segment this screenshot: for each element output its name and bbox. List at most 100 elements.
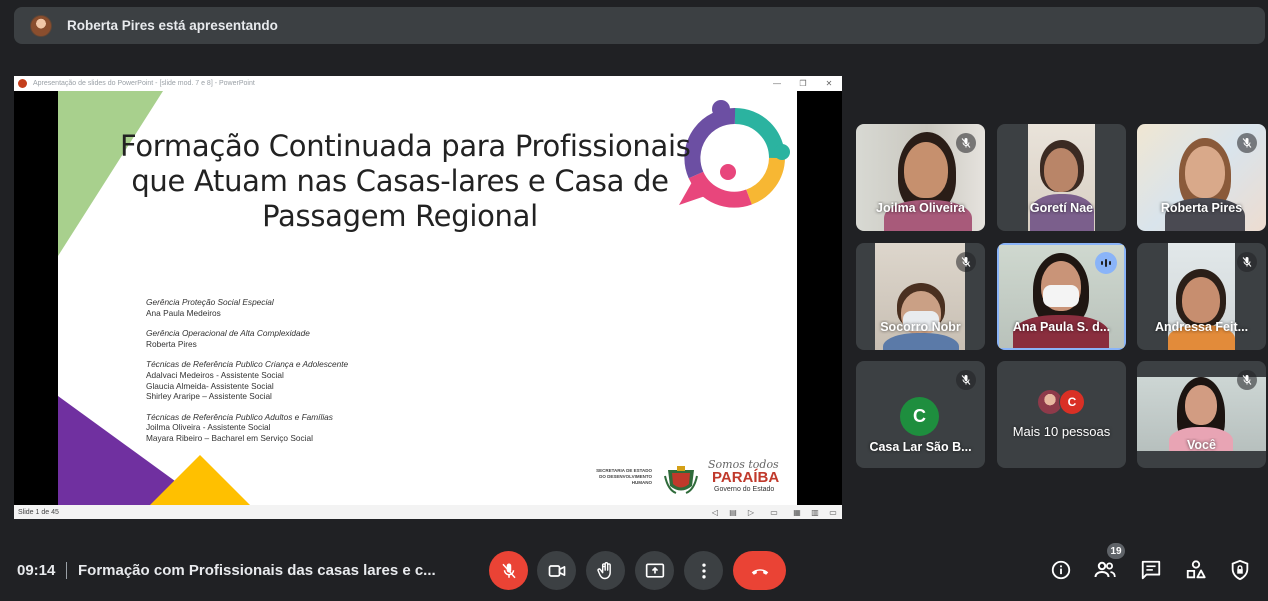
participant-name: Você [1187,438,1216,452]
yellow-triangle-decoration [150,455,250,505]
more-participants-label: Mais 10 pessoas [1012,424,1111,439]
participant-name: Andressa Feit... [1154,320,1249,334]
mic-off-icon [1237,370,1257,390]
credit-line: Joilma Oliveira - Assistente Social [146,422,271,433]
slide-credits: Gerência Proteção Social Especial Ana Pa… [146,297,466,454]
chat-button[interactable] [1139,558,1163,582]
credit-group: Gerência Operacional de Alta Complexidad… [146,328,466,349]
meeting-clock: 09:14 [17,562,56,579]
participant-tile[interactable]: Socorro Nobr [856,243,985,350]
participant-figure [1185,146,1225,198]
meeting-title: Formação com Profissionais das casas lar… [78,562,436,579]
raise-hand-button[interactable] [586,551,625,590]
camera-icon [548,564,565,577]
shield-lock-icon [1231,559,1249,581]
self-tile[interactable]: Você [1137,361,1266,468]
governo-text: Governo do Estado [714,486,775,493]
credit-line: Glaucia Almeida- Assistente Social [146,380,274,391]
paraiba-text: PARAÍBA [712,469,780,486]
participant-figure [1044,148,1078,192]
participant-mini-avatar: C [1059,389,1085,415]
credit-heading: Técnicas de Referência Publico Adultos e… [146,411,333,422]
host-controls-button[interactable] [1228,558,1252,582]
credit-line: Shirley Araripe – Assistente Social [146,391,272,402]
present-screen-icon [645,563,664,578]
ppt-window-title: Apresentação de slides do PowerPoint - [… [33,80,255,87]
ppt-statusbar: Slide 1 de 45 ◁ ▤ ▷ ▭ ▦ ▥ ▭ [14,505,842,519]
slide-title-line: que Atuam nas Casas-lares e Casa de [131,164,669,198]
mic-off-icon [1237,133,1257,153]
present-screen-button[interactable] [635,551,674,590]
mic-off-icon [956,133,976,153]
participant-tile[interactable]: Andressa Feit... [1137,243,1266,350]
mic-off-icon [956,252,976,272]
participant-figure [904,142,948,198]
participant-name: Casa Lar São B... [869,440,972,454]
slide-counter: Slide 1 de 45 [18,508,59,516]
more-vert-icon [701,563,706,578]
participant-tile[interactable]: C Casa Lar São B... [856,361,985,468]
face-mask [1043,285,1079,307]
hangup-icon [751,568,768,575]
people-icon [1094,561,1116,578]
info-icon [1051,560,1071,580]
restore-icon: ❐ [799,79,807,88]
credit-heading: Técnicas de Referência Publico Criança e… [146,359,349,370]
more-options-button[interactable] [684,551,723,590]
notes-icon: ▤ [729,507,737,517]
presenter-banner: Roberta Pires está apresentando [14,7,1265,44]
credit-line: Mayara Ribeiro – Bacharel em Serviço Soc… [146,432,313,443]
close-icon: ✕ [825,79,833,88]
government-logos: SECRETARIA DE ESTADO DO DESENVOLVIMENTO … [578,458,793,500]
next-slide-icon: ▷ [747,507,755,517]
slide: Formação Continuada para Profissionais q… [58,91,797,505]
meeting-controls-bar: 09:14 Formação com Profissionais das cas… [0,540,1268,601]
mic-toggle-button[interactable] [489,551,528,590]
credit-line: Adalvaci Medeiros - Assistente Social [146,369,284,380]
credit-group: Técnicas de Referência Publico Adultos e… [146,412,466,444]
leave-call-button[interactable] [733,551,786,590]
activities-button[interactable] [1184,558,1208,582]
participant-tile[interactable]: Joilma Oliveira [856,124,985,231]
participant-figure [883,333,959,350]
slide-title: Formação Continuada para Profissionais q… [120,129,691,234]
powerpoint-icon [18,79,27,88]
participant-tile[interactable]: Goretí Nae [997,124,1126,231]
prev-slide-icon: ◁ [711,507,719,517]
meet-window: Roberta Pires está apresentando Apresent… [0,0,1268,601]
participant-name: Ana Paula S. d... [1012,320,1111,334]
meeting-details-button[interactable] [1049,558,1073,582]
speaking-indicator-icon [1095,252,1117,274]
presenter-label: Roberta Pires está apresentando [67,18,278,33]
slide-title-line: Formação Continuada para Profissionais [120,129,691,163]
participant-figure [1185,385,1217,425]
credit-group: Gerência Proteção Social Especial Ana Pa… [146,297,466,318]
slideshow-view-icon: ▭ [829,507,837,517]
slide-title-line: Passagem Regional [262,199,538,233]
chat-icon [1141,560,1161,580]
participant-tile[interactable]: Roberta Pires [1137,124,1266,231]
normal-view-icon: ▭ [770,507,778,517]
presenter-avatar [30,14,52,37]
people-button[interactable] [1093,558,1117,582]
hand-icon [596,561,611,579]
participant-count-badge: 19 [1107,543,1125,559]
participant-name: Joilma Oliveira [876,201,965,215]
secretaria-label: SECRETARIA DE ESTADO DO DESENVOLVIMENTO … [578,468,652,486]
credit-line: Ana Paula Medeiros [146,307,221,318]
participant-tile-speaking[interactable]: Ana Paula S. d... [997,243,1126,350]
credit-heading: Gerência Proteção Social Especial [146,297,274,307]
participant-figure [1182,277,1220,323]
secretaria-line: HUMANO [631,480,652,485]
participant-name: Goretí Nae [1029,201,1094,215]
credit-line: Roberta Pires [146,338,197,349]
sorter-view-icon: ▦ [793,507,801,517]
shared-screen[interactable]: Apresentação de slides do PowerPoint - [… [14,76,842,519]
camera-toggle-button[interactable] [537,551,576,590]
participant-avatar: C [900,397,939,436]
mic-off-icon [1237,252,1257,272]
ring-logo-icon [679,100,790,208]
more-participants-tile[interactable]: C Mais 10 pessoas [997,361,1126,468]
coat-of-arms-icon [664,466,698,494]
mic-off-icon [956,370,976,390]
